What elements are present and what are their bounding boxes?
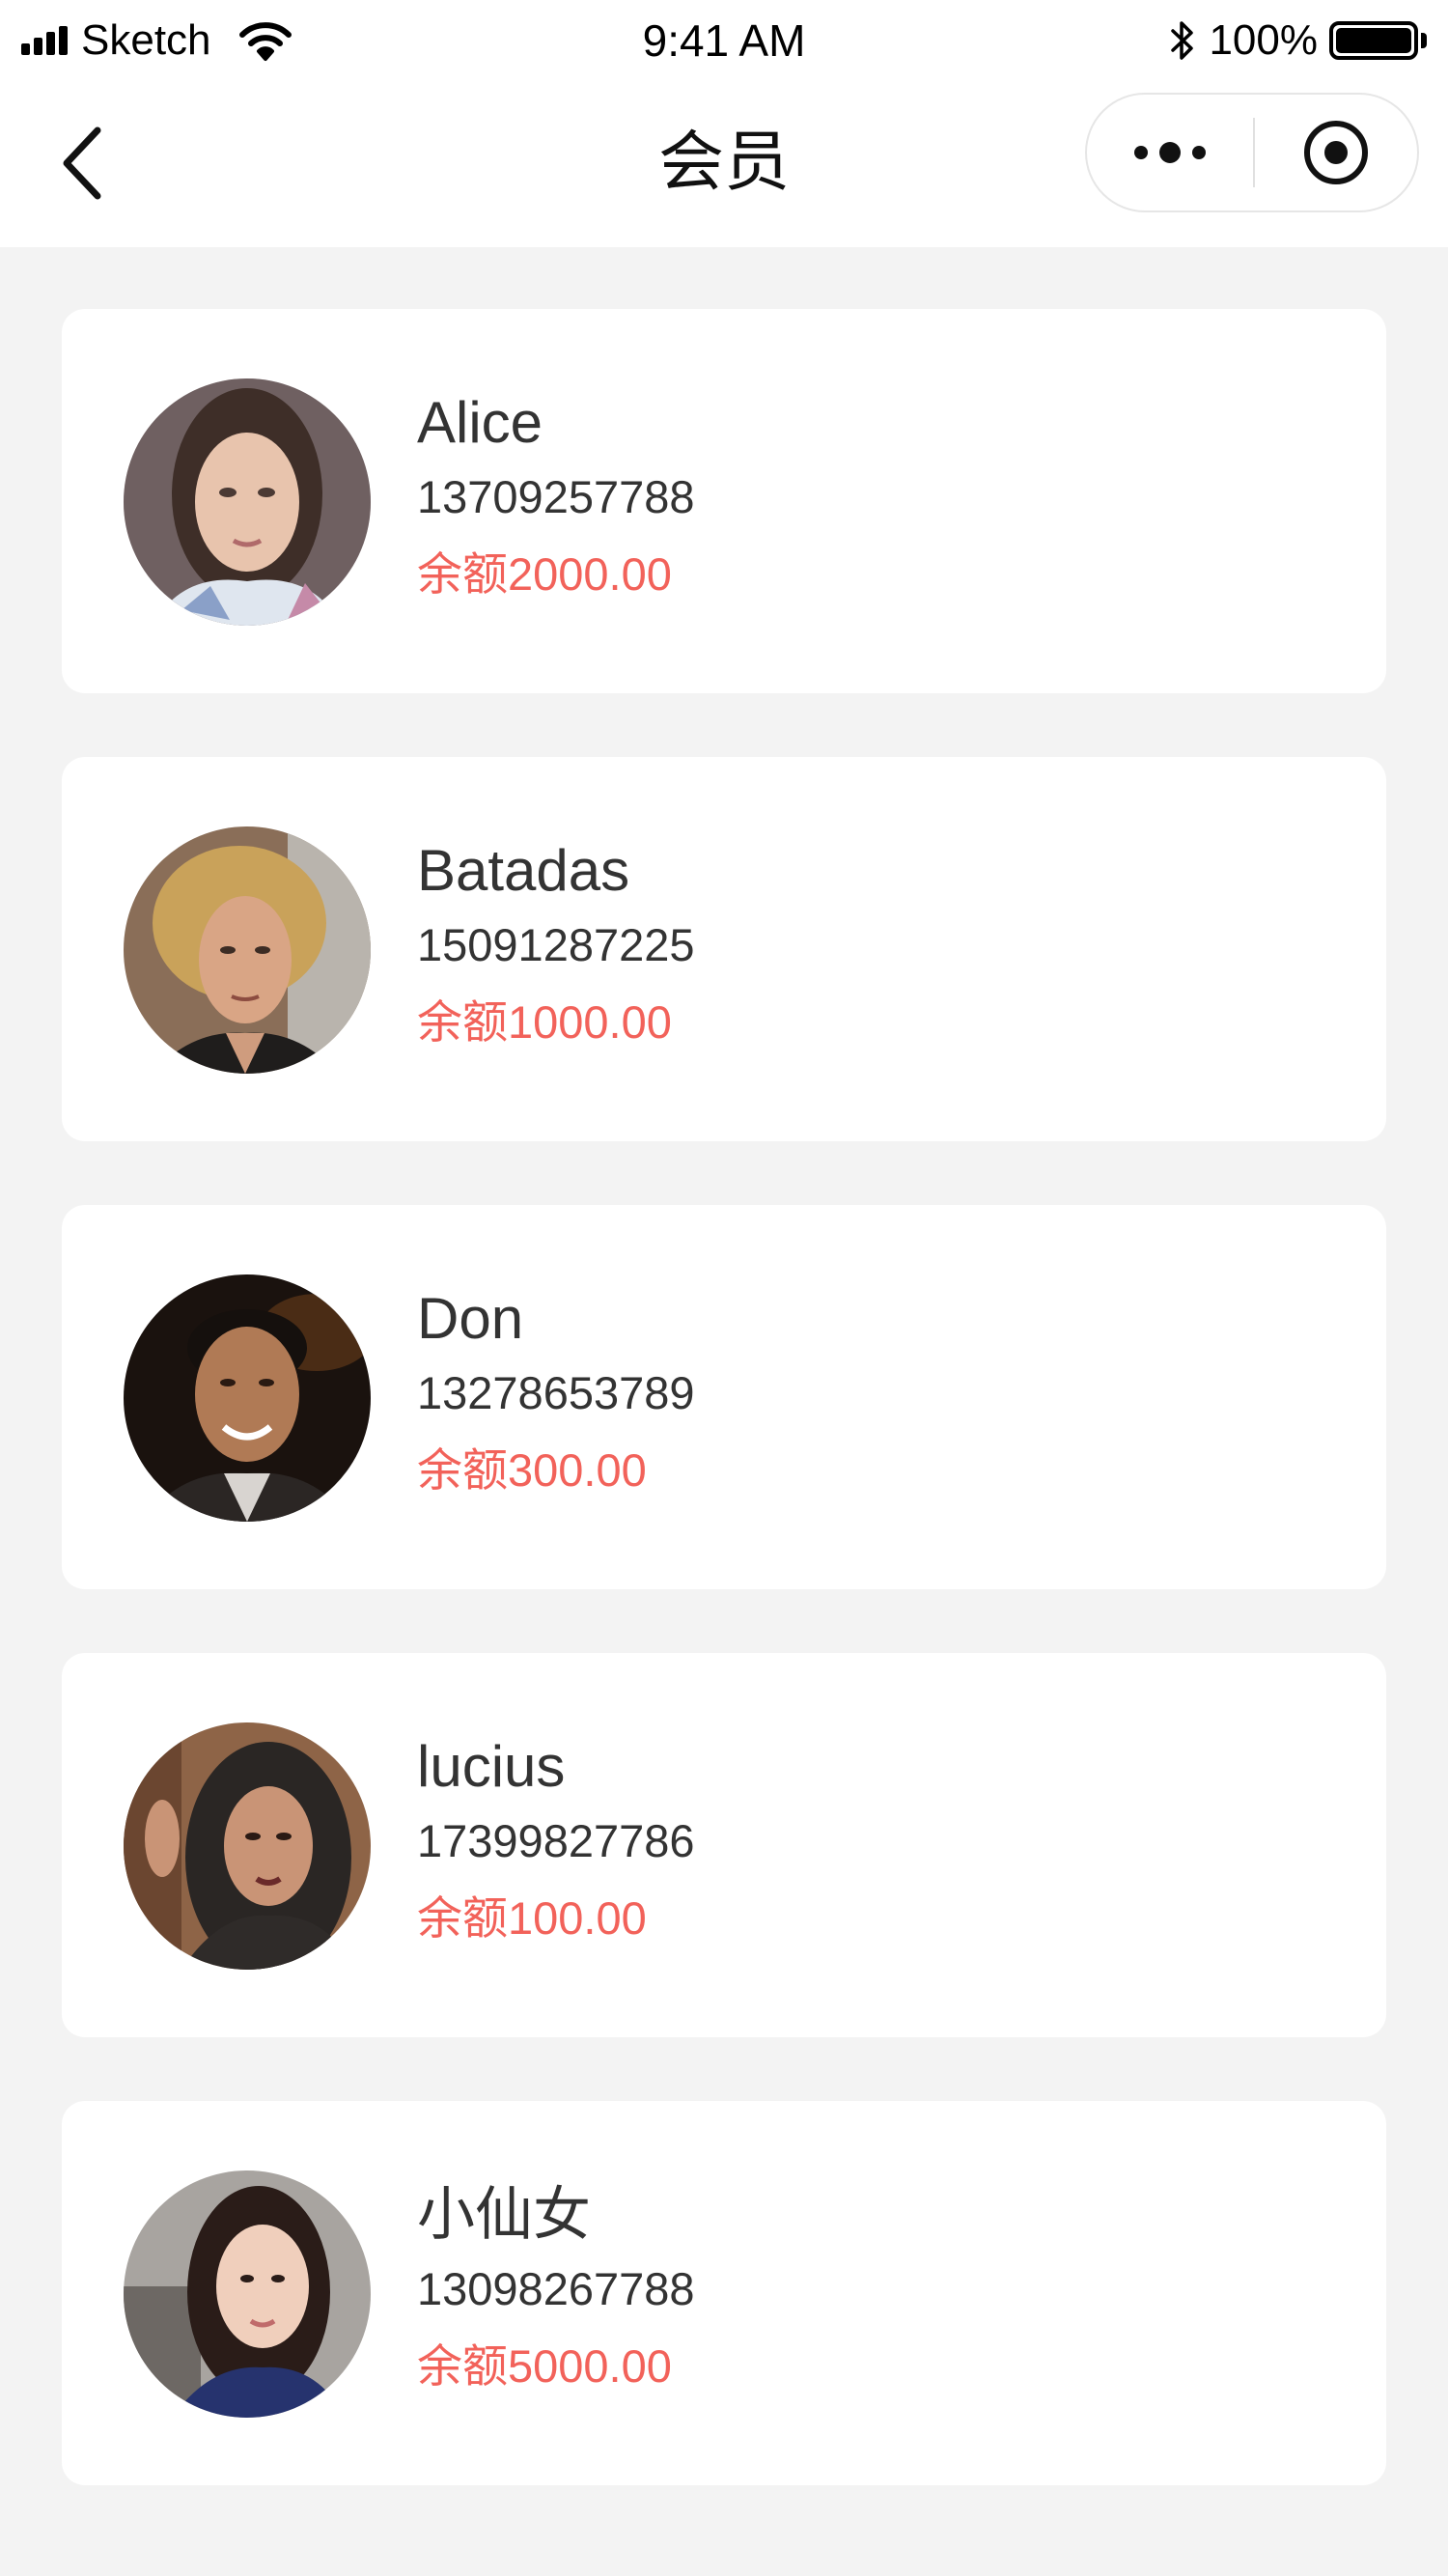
member-phone: 13098267788 — [417, 2263, 695, 2314]
battery-icon — [1329, 21, 1418, 60]
member-info: Batadas 15091287225 余额1000.00 — [417, 832, 695, 1052]
member-balance: 余额300.00 — [417, 1444, 647, 1496]
member-phone: 17399827786 — [417, 1815, 695, 1866]
member-card[interactable]: 小仙女 13098267788 余额5000.00 — [62, 2101, 1386, 2485]
status-bar: Sketch 9:41 AM 100% — [0, 0, 1448, 81]
member-info: lucius 17399827786 余额100.00 — [417, 1728, 695, 1948]
member-phone: 13278653789 — [417, 1367, 695, 1418]
member-list: Alice 13709257788 余额2000.00 Batadas 1509… — [62, 309, 1386, 2549]
member-name: Alice — [417, 390, 543, 455]
battery-cap — [1421, 33, 1427, 48]
member-info: Don 13278653789 余额300.00 — [417, 1280, 695, 1500]
member-name: 小仙女 — [417, 2182, 591, 2247]
bluetooth-icon — [1171, 21, 1194, 60]
avatar — [124, 378, 371, 626]
avatar — [124, 826, 371, 1074]
member-balance: 余额5000.00 — [417, 2340, 672, 2392]
member-balance: 余额100.00 — [417, 1892, 647, 1944]
status-right: 100% — [1170, 14, 1427, 68]
member-phone: 13709257788 — [417, 471, 695, 522]
avatar — [124, 2170, 371, 2418]
member-balance: 余额1000.00 — [417, 996, 672, 1048]
member-card[interactable]: Don 13278653789 余额300.00 — [62, 1205, 1386, 1589]
member-name: Don — [417, 1286, 524, 1351]
member-name: Batadas — [417, 838, 630, 903]
member-phone: 15091287225 — [417, 919, 695, 970]
avatar — [124, 1274, 371, 1522]
more-dots-icon — [1134, 142, 1206, 163]
member-name: lucius — [417, 1734, 566, 1799]
member-card[interactable]: Alice 13709257788 余额2000.00 — [62, 309, 1386, 693]
member-info: 小仙女 13098267788 余额5000.00 — [417, 2176, 695, 2396]
close-button[interactable] — [1255, 95, 1417, 210]
avatar — [124, 1722, 371, 1970]
nav-bar: 会员 — [0, 81, 1448, 247]
target-circle-icon — [1304, 121, 1368, 184]
member-card[interactable]: lucius 17399827786 余额100.00 — [62, 1653, 1386, 2037]
more-button[interactable] — [1087, 95, 1253, 210]
member-card[interactable]: Batadas 15091287225 余额1000.00 — [62, 757, 1386, 1141]
member-balance: 余额2000.00 — [417, 548, 672, 600]
battery-percent: 100% — [1209, 16, 1318, 64]
capsule-menu — [1085, 93, 1419, 212]
member-info: Alice 13709257788 余额2000.00 — [417, 384, 695, 604]
